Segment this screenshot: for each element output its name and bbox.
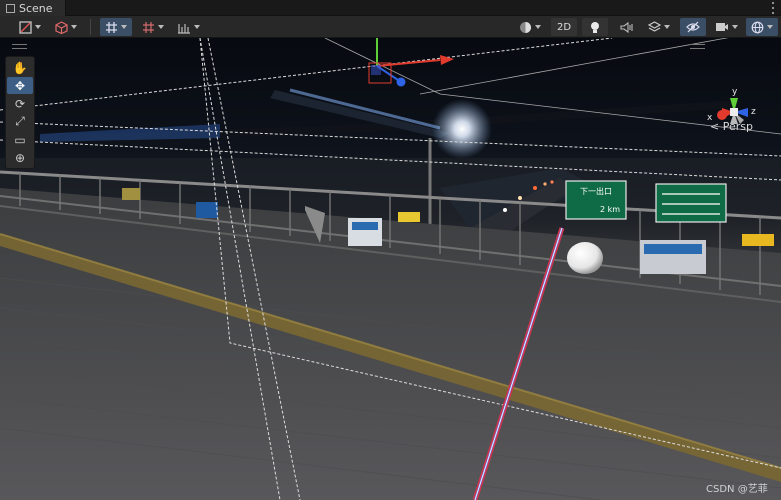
rotate-tool[interactable]: ⟳ [7, 95, 33, 112]
camera-button[interactable] [710, 18, 742, 36]
scale-tool[interactable]: ⤢ [7, 113, 33, 130]
shaded-icon [19, 20, 32, 34]
globe-icon [751, 21, 764, 33]
grid-icon [6, 3, 15, 13]
rotate-icon: ⟳ [14, 96, 26, 111]
tab-menu-icon[interactable] [771, 2, 775, 14]
hand-tool[interactable]: ✋ [7, 59, 33, 76]
scene-viewport[interactable]: 下一出口 2 km ✋ ✥ ⟳ ⤢ ▭ ⊕ y z x < Persp CSDN… [0, 38, 781, 500]
sphere-object[interactable] [567, 242, 603, 274]
watermark: CSDN @艺菲 [706, 484, 768, 495]
eye-slash-icon [686, 21, 700, 33]
audio-icon [619, 21, 633, 33]
layers-icon [648, 20, 661, 32]
tab-scene-label: Scene [19, 1, 53, 15]
sphere-icon [520, 21, 531, 33]
hidden-objects-button[interactable] [680, 18, 706, 36]
orientation-gizmo[interactable]: y z x [704, 84, 764, 146]
rect-icon: ▭ [14, 132, 26, 147]
render-paths-button[interactable] [50, 18, 82, 36]
camera-icon [715, 23, 728, 31]
gizmos-button[interactable] [746, 18, 778, 36]
rect-tool[interactable]: ▭ [7, 131, 33, 148]
street-lamp-glow [432, 99, 492, 159]
grid-snap-button[interactable] [100, 18, 132, 36]
gizmo-toggle-button[interactable] [172, 18, 204, 36]
ruler-icon [177, 23, 190, 34]
tools-overlay: ✋ ✥ ⟳ ⤢ ▭ ⊕ [5, 56, 35, 169]
grid-snap-icon [106, 21, 117, 33]
axis-z-label: z [751, 107, 756, 117]
move-icon: ✥ [14, 78, 26, 93]
shading-button[interactable] [514, 18, 546, 36]
hand-icon: ✋ [12, 60, 28, 75]
tab-scene[interactable]: Scene [0, 0, 66, 16]
move-gizmo[interactable] [368, 38, 454, 87]
lighting-button[interactable] [582, 18, 608, 36]
lightbulb-icon [591, 21, 599, 33]
draw-mode-button[interactable] [14, 18, 46, 36]
scene-toolbar: 2D [0, 16, 781, 38]
toolbar-separator [90, 19, 91, 35]
mode-2d-button[interactable]: 2D [551, 18, 577, 36]
overlay-drag-handle[interactable] [690, 44, 705, 49]
snap-grid-icon [143, 21, 154, 33]
axis-y-label: y [732, 87, 738, 97]
scene-render: 下一出口 2 km [0, 38, 781, 500]
move-tool[interactable]: ✥ [7, 77, 33, 94]
effects-button[interactable] [643, 18, 675, 36]
transform-icon: ⊕ [14, 150, 26, 165]
cube-icon [55, 20, 68, 34]
increment-snap-button[interactable] [137, 18, 169, 36]
transform-tool[interactable]: ⊕ [7, 149, 33, 166]
tools-drag-handle[interactable] [12, 44, 27, 49]
audio-button[interactable] [614, 18, 638, 36]
tab-bar: Scene [0, 0, 781, 16]
projection-label[interactable]: < Persp [710, 120, 753, 133]
sign-bottom-text: 2 km [600, 205, 620, 214]
sign-top-text: 下一出口 [580, 186, 612, 196]
scale-icon: ⤢ [15, 114, 25, 128]
